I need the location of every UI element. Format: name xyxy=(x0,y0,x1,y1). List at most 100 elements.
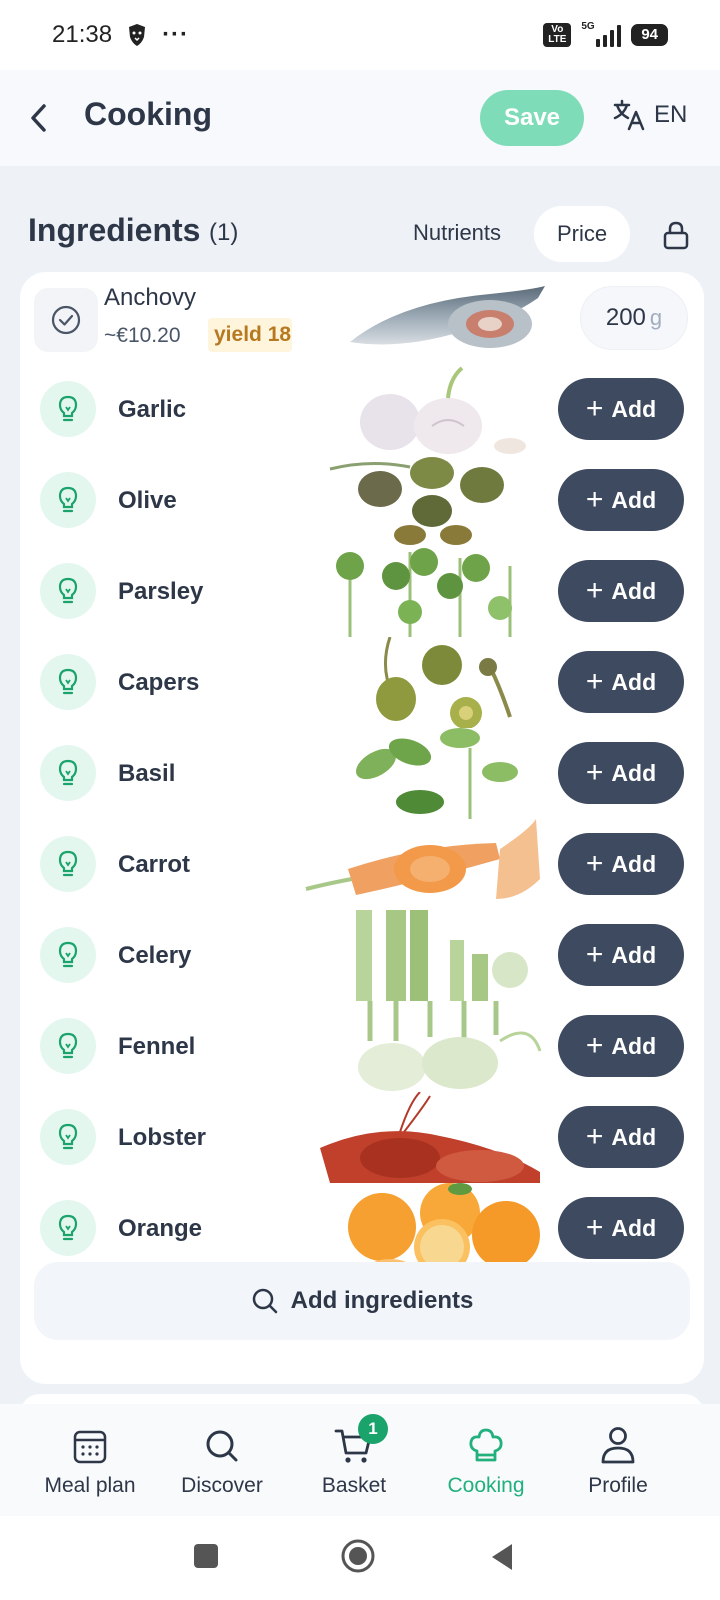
status-time: 21:38 xyxy=(52,21,113,48)
add-button[interactable]: + Add xyxy=(558,833,684,895)
suggestion-row-basil: Basil + Add xyxy=(20,728,704,819)
plus-icon: + xyxy=(585,938,604,971)
added-ingredient-row[interactable]: Anchovy ~€10.20 yield 18 200 g xyxy=(20,272,704,364)
language-button[interactable]: EN xyxy=(612,98,687,132)
nav-profile[interactable]: Profile xyxy=(550,1404,686,1516)
add-button[interactable]: + Add xyxy=(558,924,684,986)
plus-icon: + xyxy=(585,574,604,607)
suggestion-row-fennel: Fennel + Add xyxy=(20,1001,704,1092)
lightbulb-icon xyxy=(40,927,96,983)
suggestion-row-garlic: Garlic + Add xyxy=(20,364,704,455)
add-ingredients-label: Add ingredients xyxy=(290,1287,474,1314)
app-header: Cooking Save EN xyxy=(0,70,720,166)
yield-badge: yield 18 xyxy=(208,318,292,352)
suggestion-row-lobster: Lobster + Add xyxy=(20,1092,704,1183)
celery-image xyxy=(356,910,528,1001)
add-button[interactable]: + Add xyxy=(558,651,684,713)
nav-label: Profile xyxy=(588,1474,648,1497)
nav-discover[interactable]: Discover xyxy=(154,1404,290,1516)
lightbulb-icon xyxy=(40,1109,96,1165)
lightbulb-icon xyxy=(40,836,96,892)
suggestion-name: Orange xyxy=(118,1215,203,1242)
chef-hat-icon xyxy=(469,1428,503,1462)
ingredients-title: Ingredients xyxy=(28,212,201,248)
nav-basket[interactable]: 1 Basket xyxy=(286,1404,422,1516)
add-button[interactable]: + Add xyxy=(558,1197,684,1259)
quantity-value: 200 xyxy=(605,304,646,331)
carrot-image xyxy=(305,819,540,899)
suggestion-name: Celery xyxy=(118,942,192,969)
recent-apps-icon[interactable] xyxy=(192,1542,220,1570)
ingredient-name: Anchovy xyxy=(104,284,197,311)
back-arrow-icon[interactable] xyxy=(26,100,52,136)
nav-label: Basket xyxy=(321,1474,387,1497)
add-label: Add xyxy=(611,486,657,513)
add-button[interactable]: + Add xyxy=(558,378,684,440)
tab-nutrients[interactable]: Nutrients xyxy=(413,220,501,246)
volte-icon: Vo LTE xyxy=(543,23,572,47)
plus-icon: + xyxy=(585,392,604,425)
brave-lion-icon xyxy=(129,24,146,46)
nav-label: Discover xyxy=(181,1474,263,1497)
back-triangle-icon[interactable] xyxy=(488,1542,516,1572)
plus-icon: + xyxy=(585,1211,604,1244)
search-icon xyxy=(252,1288,277,1314)
add-button[interactable]: + Add xyxy=(558,1015,684,1077)
suggestion-name: Capers xyxy=(118,669,200,696)
plus-icon: + xyxy=(585,1120,604,1153)
bottom-nav: Meal plan Discover 1 Basket Cooking Prof… xyxy=(0,1404,720,1516)
lock-icon[interactable] xyxy=(662,220,690,252)
nav-meal-plan[interactable]: Meal plan xyxy=(22,1404,158,1516)
lightbulb-icon xyxy=(40,472,96,528)
capers-image xyxy=(376,637,512,728)
tab-price[interactable]: Price xyxy=(534,206,630,262)
page-title: Cooking xyxy=(84,96,212,132)
add-label: Add xyxy=(611,395,657,422)
lightbulb-icon xyxy=(40,654,96,710)
plus-icon: + xyxy=(585,1029,604,1062)
suggestion-name: Basil xyxy=(118,760,176,787)
suggestion-row-olive: Olive + Add xyxy=(20,455,704,546)
add-button[interactable]: + Add xyxy=(558,742,684,804)
plus-icon: + xyxy=(585,483,604,516)
add-button[interactable]: + Add xyxy=(558,560,684,622)
add-ingredients-button[interactable]: Add ingredients xyxy=(34,1262,690,1340)
basil-image xyxy=(356,728,518,819)
add-button[interactable]: + Add xyxy=(558,469,684,531)
add-label: Add xyxy=(611,759,657,786)
translate-icon xyxy=(613,99,645,131)
person-icon xyxy=(601,1427,635,1464)
ingredients-card: Anchovy ~€10.20 yield 18 200 g Garlic + … xyxy=(20,272,704,1384)
suggestion-row-orange: Orange + Add xyxy=(20,1183,704,1274)
check-circle-icon[interactable] xyxy=(34,288,98,352)
status-bar: 21:38 ··· Vo LTE 5G 94 xyxy=(0,0,720,70)
home-icon[interactable] xyxy=(340,1538,376,1574)
signal-icon: 5G xyxy=(581,21,622,47)
status-right: Vo LTE 5G 94 xyxy=(543,21,668,47)
lightbulb-icon xyxy=(40,745,96,801)
suggestion-name: Carrot xyxy=(118,851,191,878)
suggestion-name: Fennel xyxy=(118,1033,196,1060)
quantity-unit: g xyxy=(649,305,663,330)
status-left: 21:38 ··· xyxy=(52,21,189,49)
suggestion-row-parsley: Parsley + Add xyxy=(20,546,704,637)
quantity-field[interactable]: 200 g xyxy=(580,286,688,350)
search-icon xyxy=(206,1430,238,1462)
nav-label: Meal plan xyxy=(44,1474,136,1497)
plus-icon: + xyxy=(585,847,604,880)
ingredient-price: ~€10.20 xyxy=(104,324,181,347)
nav-cooking[interactable]: Cooking xyxy=(418,1404,554,1516)
orange-image xyxy=(348,1183,540,1274)
cart-badge: 1 xyxy=(358,1414,388,1444)
lightbulb-icon xyxy=(40,1018,96,1074)
add-label: Add xyxy=(611,850,657,877)
language-label: EN xyxy=(654,101,688,128)
calendar-icon xyxy=(73,1430,107,1464)
ingredients-header: Ingredients (1) Nutrients Price xyxy=(28,206,698,268)
add-button[interactable]: + Add xyxy=(558,1106,684,1168)
save-button[interactable]: Save xyxy=(480,90,584,146)
lightbulb-icon xyxy=(40,1200,96,1256)
add-label: Add xyxy=(611,668,657,695)
suggestion-name: Lobster xyxy=(118,1124,207,1151)
anchovy-image xyxy=(350,286,545,348)
